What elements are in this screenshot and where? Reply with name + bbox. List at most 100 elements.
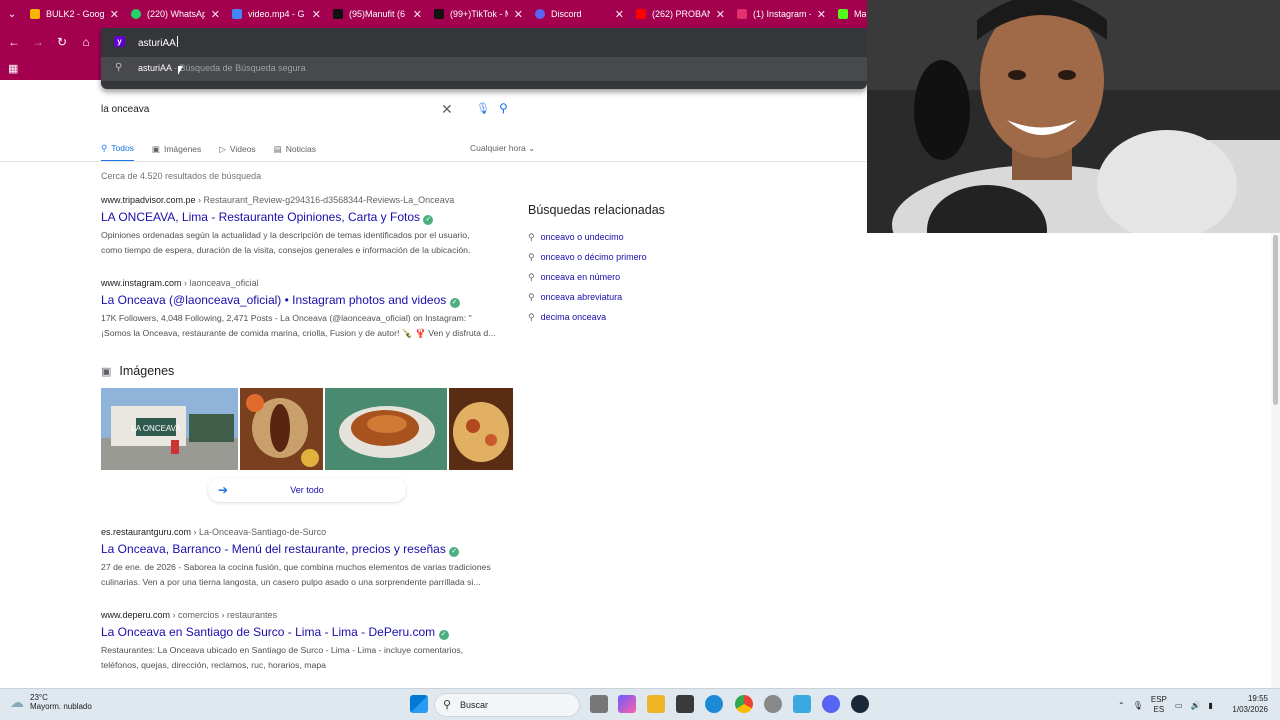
verified-icon: ✓ (438, 630, 449, 640)
browser-tab[interactable]: (220) WhatsAp ✕ (125, 2, 226, 26)
result-title-link[interactable]: La Onceava (@laonceava_oficial) • Instag… (101, 293, 521, 308)
result-url[interactable]: www.instagram.com › laonceava_oficial (101, 278, 521, 288)
drive-icon (30, 9, 40, 19)
image-icon: ▣ (151, 143, 160, 154)
weather-widget[interactable]: ☁ 23°C Mayorm. nublado (10, 693, 92, 711)
task-view-icon[interactable] (590, 695, 608, 713)
images-heading: Imágenes (119, 364, 175, 378)
result-url[interactable]: www.deperu.com › comercios › restaurante… (101, 610, 521, 620)
image-thumbnail[interactable] (449, 388, 513, 470)
close-tab-icon[interactable]: ✕ (615, 8, 624, 21)
kick-icon (838, 9, 848, 19)
page-scrollbar[interactable] (1271, 233, 1280, 688)
clear-icon[interactable]: ✕ (441, 101, 453, 118)
youtube-icon (636, 9, 646, 19)
search-icon: ⚲ (443, 699, 452, 711)
sign-text: LA ONCEAVA (131, 424, 181, 433)
battery-icon[interactable]: ▮ (1208, 701, 1212, 710)
related-search-link[interactable]: ⚲ onceava en número (528, 267, 848, 287)
close-tab-icon[interactable]: ✕ (211, 8, 220, 21)
tab-todos[interactable]: ⚲ Todos (101, 142, 134, 162)
chevron-up-icon[interactable]: ⌃ (1118, 701, 1125, 710)
clock[interactable]: 19:55 1/03/2026 (1226, 693, 1268, 715)
omnibox-suggestion[interactable]: ⚲ asturiAA - Búsqueda de Búsqueda segura (101, 57, 867, 81)
instagram-icon (737, 9, 747, 19)
volume-icon[interactable]: 🔊 (1190, 701, 1200, 710)
taskbar-search[interactable]: ⚲ Buscar (434, 693, 580, 717)
result-snippet: 27 de ene. de 2026 - Saborea la cocina f… (101, 562, 491, 587)
browser-tab[interactable]: (262) PROBAN ✕ (630, 2, 731, 26)
search-icon: ⚲ (115, 62, 123, 73)
close-tab-icon[interactable]: ✕ (110, 8, 119, 21)
search-result: www.instagram.com › laonceava_oficial La… (101, 278, 521, 341)
play-icon: ▷ (219, 143, 226, 154)
microphone-icon[interactable]: 🎙 (476, 102, 490, 115)
back-icon[interactable]: ← (6, 34, 22, 50)
related-search-link[interactable]: ⚲ onceava abreviatura (528, 287, 848, 307)
windows-start-icon[interactable] (410, 695, 428, 713)
home-icon[interactable]: ⌂ (78, 34, 94, 50)
result-url[interactable]: www.tripadvisor.com.pe › Restaurant_Revi… (101, 195, 521, 205)
edge-icon[interactable] (705, 695, 723, 713)
close-tab-icon[interactable]: ✕ (413, 8, 422, 21)
restaurant-storefront-image: LA ONCEAVA (101, 388, 238, 470)
browser-tab[interactable]: BULK2 - Googl ✕ (24, 2, 125, 26)
search-icon[interactable]: ⚲ (499, 101, 508, 115)
chrome-icon[interactable] (735, 695, 753, 713)
search-input[interactable]: la onceava ✕ 🎙 ⚲ (91, 96, 523, 124)
steam-icon[interactable] (851, 695, 869, 713)
browser-tab[interactable]: (1) Instagram - ✕ (731, 2, 832, 26)
result-title-link[interactable]: LA ONCEAVA, Lima - Restaurante Opiniones… (101, 210, 521, 225)
related-search-link[interactable]: ⚲ decima onceava (528, 307, 848, 327)
result-title-link[interactable]: La Onceava, Barranco - Menú del restaura… (101, 542, 521, 557)
image-icon: ▣ (101, 365, 112, 378)
system-tray: ⌃ 🎙 ESP ES ▭ 🔊 ▮ (1118, 693, 1213, 717)
images-section: ▣ Imágenes LA ONCEAVA ➔ Ver todo (101, 364, 513, 497)
reload-icon[interactable]: ↻ (54, 34, 70, 50)
image-thumbnail[interactable]: LA ONCEAVA (101, 388, 238, 470)
close-tab-icon[interactable]: ✕ (312, 8, 321, 21)
close-tab-icon[interactable]: ✕ (817, 8, 826, 21)
file-explorer-icon[interactable] (647, 695, 665, 713)
food-image (449, 388, 513, 470)
address-bar-input[interactable]: asturiAA (138, 36, 178, 49)
browser-tab[interactable]: Ma (832, 2, 872, 26)
result-url[interactable]: es.restaurantguru.com › La-Onceava-Santi… (101, 527, 521, 537)
browser-tab[interactable]: (95)Manufit (6 ✕ (327, 2, 428, 26)
store-icon[interactable] (676, 695, 694, 713)
tab-videos[interactable]: ▷ Videos (219, 142, 255, 162)
close-tab-icon[interactable]: ✕ (514, 8, 523, 21)
browser-tab[interactable]: Discord ✕ (529, 2, 630, 26)
webcam-overlay (867, 0, 1280, 233)
tab-noticias[interactable]: ▤ Noticias (274, 142, 316, 162)
app-icon[interactable] (793, 695, 811, 713)
tab-search-button[interactable]: ⌄ (0, 2, 24, 26)
related-search-link[interactable]: ⚲ onceavo o undecimo (528, 227, 848, 247)
chevron-down-icon: ⌄ (528, 143, 536, 153)
browser-tab[interactable]: video.mp4 - G ✕ (226, 2, 327, 26)
close-tab-icon[interactable]: ✕ (716, 8, 725, 21)
tiktok-icon (434, 9, 444, 19)
copilot-icon[interactable] (618, 695, 636, 713)
related-search-link[interactable]: ⚲ onceavo o décimo primero (528, 247, 848, 267)
scrollbar-thumb[interactable] (1273, 235, 1278, 405)
food-image (325, 388, 447, 470)
time-filter-dropdown[interactable]: Cualquier hora ⌄ (470, 143, 535, 154)
search-result: www.deperu.com › comercios › restaurante… (101, 610, 521, 673)
image-thumbnail[interactable] (325, 388, 447, 470)
apps-grid-icon[interactable]: ▦ (8, 62, 18, 75)
streamer-webcam-image (867, 0, 1280, 233)
language-indicator[interactable]: ESP ES (1151, 695, 1167, 715)
forward-icon[interactable]: → (30, 34, 46, 50)
address-bar-dropdown[interactable]: y asturiAA ⚲ asturiAA - Búsqueda de Búsq… (101, 28, 867, 89)
settings-gear-icon[interactable] (764, 695, 782, 713)
see-all-images-button[interactable]: ➔ Ver todo (208, 478, 406, 502)
browser-tab[interactable]: (99+)TikTok - M ✕ (428, 2, 529, 26)
discord-icon[interactable] (822, 695, 840, 713)
result-title-link[interactable]: La Onceava en Santiago de Surco - Lima -… (101, 625, 521, 640)
image-thumbnail[interactable] (240, 388, 323, 470)
network-icon[interactable]: ▭ (1175, 701, 1183, 710)
tab-imagenes[interactable]: ▣ Imágenes (152, 142, 201, 162)
mouse-cursor (178, 66, 183, 75)
microphone-icon[interactable]: 🎙 (1133, 701, 1143, 710)
